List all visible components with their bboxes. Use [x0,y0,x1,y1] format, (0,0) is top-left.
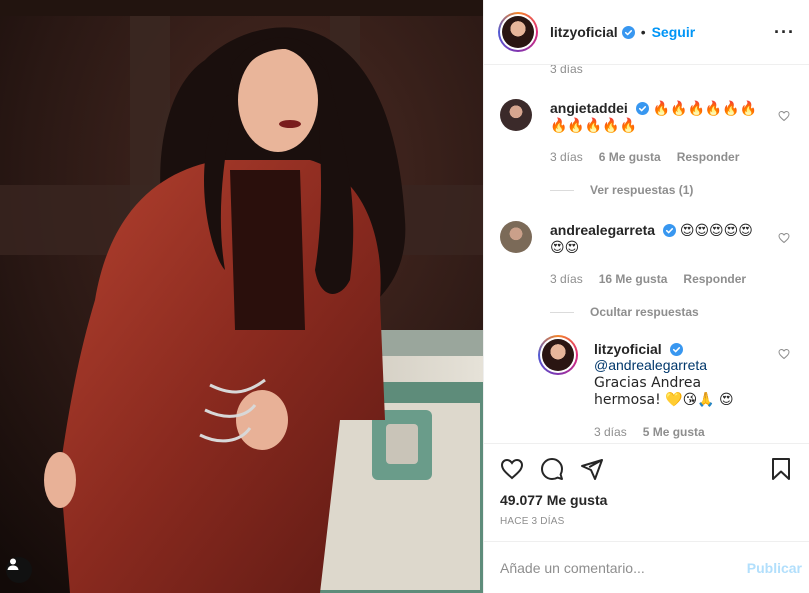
verified-badge-icon [662,224,676,237]
author-avatar[interactable] [498,12,538,52]
author-username[interactable]: litzyoficial [550,24,618,40]
post-photo[interactable] [0,0,483,593]
header-separator: • [640,24,646,40]
comment-like-icon[interactable] [778,110,790,122]
caption-time: 3 días [550,65,583,76]
photo-illustration [0,0,483,593]
instagram-post-modal: litzyoficial • Seguir ··· 3 días angieta… [0,0,809,593]
post-actions: 49.077 Me gusta HACE 3 DÍAS [484,443,809,553]
user-tag-button[interactable] [6,557,32,583]
verified-badge-icon [635,102,649,115]
comments-list[interactable]: 3 días angietaddei 🔥🔥🔥🔥🔥🔥🔥🔥🔥🔥🔥 3 días 6 … [484,65,809,443]
share-icon[interactable] [580,457,604,481]
likes-count[interactable]: 49.077 Me gusta [500,492,793,508]
reply-mention[interactable]: @andrealegarreta [594,357,707,373]
reply-time[interactable]: 3 días [594,425,627,439]
reply-text: Gracias Andrea hermosa! 💛😘🙏 😍 [594,375,734,408]
view-replies-toggle[interactable]: Ver respuestas (1) [550,183,693,197]
reply-like-icon[interactable] [778,348,790,360]
bookmark-icon[interactable] [769,457,793,481]
replies-toggle-label: Ver respuestas (1) [590,183,694,197]
verified-badge-icon [621,25,635,39]
comment-time[interactable]: 3 días [550,272,583,286]
commenter-avatar[interactable] [500,221,532,253]
more-options-button[interactable]: ··· [774,22,795,43]
commenter-username[interactable]: andrealegarreta [550,222,655,238]
comment-likes[interactable]: 6 Me gusta [599,150,661,164]
reply-button[interactable]: Responder [683,272,746,286]
replies-line [550,311,574,313]
heart-icon[interactable] [500,457,524,481]
post-comment-button[interactable]: Publicar [747,560,802,576]
reply-username[interactable]: litzyoficial [594,341,662,357]
replies-toggle-label: Ocultar respuestas [590,305,699,319]
post-side-panel: litzyoficial • Seguir ··· 3 días angieta… [483,0,809,593]
commenter-username[interactable]: angietaddei [550,100,628,116]
comment-like-icon[interactable] [778,232,790,244]
comment-likes[interactable]: 16 Me gusta [599,272,668,286]
reply-avatar[interactable] [538,335,578,375]
comment-input[interactable] [500,559,747,576]
reply-button[interactable]: Responder [677,150,740,164]
comment-time[interactable]: 3 días [550,150,583,164]
action-icons [500,454,793,484]
verified-badge-icon [669,343,683,356]
user-tag-icon [7,558,19,570]
commenter-avatar[interactable] [500,99,532,131]
follow-button[interactable]: Seguir [652,24,696,40]
post-header: litzyoficial • Seguir ··· [484,0,809,65]
replies-line [550,189,574,191]
reply-likes[interactable]: 5 Me gusta [643,425,705,439]
hide-replies-toggle[interactable]: Ocultar respuestas [550,305,699,319]
comment-icon[interactable] [540,457,564,481]
post-date[interactable]: HACE 3 DÍAS [500,516,793,527]
add-comment-bar: Publicar [484,541,809,593]
